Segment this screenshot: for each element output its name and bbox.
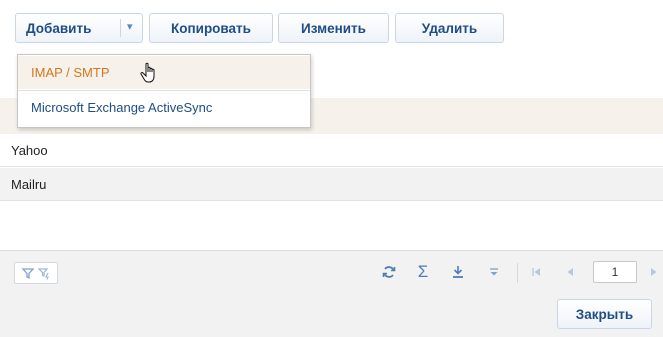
prev-page-icon[interactable]	[560, 262, 580, 282]
copy-button[interactable]: Копировать	[149, 13, 273, 43]
grid-footer: Σ 1	[0, 250, 663, 293]
export-icon[interactable]	[448, 262, 468, 282]
list-item[interactable]: Yahoo	[0, 134, 663, 167]
sum-icon[interactable]: Σ	[413, 262, 433, 282]
hand-cursor-icon	[140, 62, 155, 83]
filter-group	[14, 262, 58, 284]
next-page-icon[interactable]	[644, 262, 663, 282]
dialog-footer: Закрыть	[0, 292, 663, 337]
menu-item-imap-smtp[interactable]: IMAP / SMTP	[18, 56, 310, 89]
edit-button[interactable]: Изменить	[278, 13, 389, 43]
toolbar: Добавить ▾ Копировать Изменить Удалить	[0, 0, 663, 56]
filter-clear-icon[interactable]	[38, 266, 52, 280]
add-button-group: Добавить ▾	[15, 13, 143, 43]
chevron-down-icon[interactable]: ▾	[127, 20, 133, 33]
first-page-icon[interactable]	[526, 262, 546, 282]
refresh-icon[interactable]	[379, 262, 399, 282]
list-item[interactable]: Mailru	[0, 168, 663, 201]
delete-button[interactable]: Удалить	[395, 13, 504, 43]
page-number-input[interactable]: 1	[593, 261, 637, 283]
add-button[interactable]: Добавить ▾	[15, 13, 143, 43]
add-dropdown-menu: IMAP / SMTP Microsoft Exchange ActiveSyn…	[17, 54, 311, 128]
close-button[interactable]: Закрыть	[557, 299, 652, 329]
add-button-label: Добавить	[26, 20, 92, 36]
toolbar-divider	[517, 263, 518, 283]
filter-icon[interactable]	[21, 266, 35, 280]
menu-icon[interactable]	[484, 262, 504, 282]
split-divider	[120, 19, 121, 37]
menu-item-exchange-activesync[interactable]: Microsoft Exchange ActiveSync	[18, 91, 310, 124]
